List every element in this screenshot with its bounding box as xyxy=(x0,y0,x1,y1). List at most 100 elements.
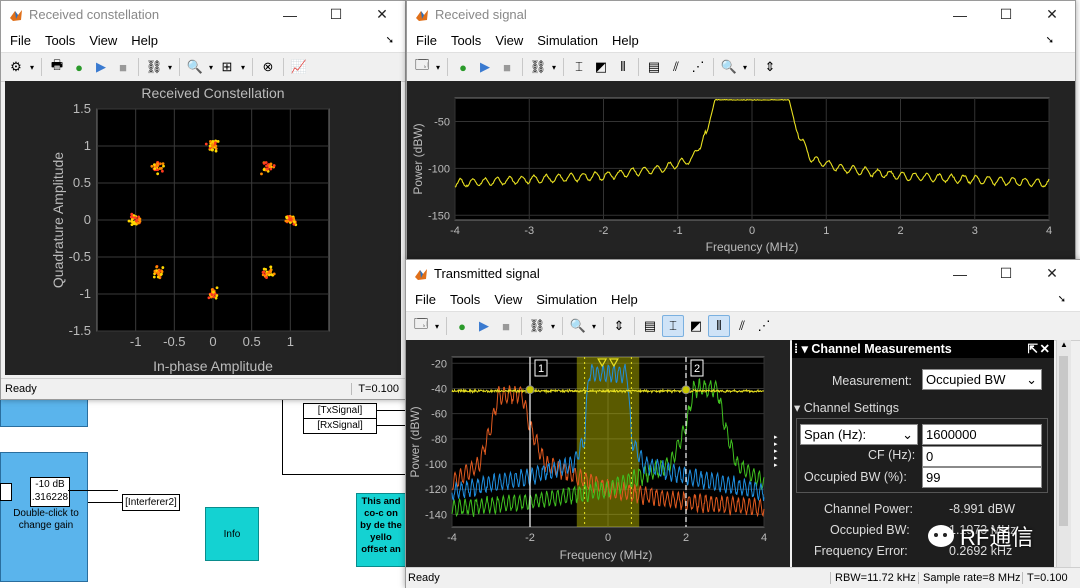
minimize-button[interactable]: — xyxy=(937,1,983,28)
menu-view[interactable]: View xyxy=(82,33,124,48)
dock-arrow-icon[interactable]: ➘ xyxy=(1051,294,1073,305)
menu-simulation[interactable]: Simulation xyxy=(529,292,604,307)
menu-tools[interactable]: Tools xyxy=(38,33,82,48)
chevron-down-icon[interactable]: ▾ xyxy=(550,57,558,77)
cf-input[interactable]: 0 xyxy=(922,446,1042,467)
chevron-down-icon[interactable]: ▾ xyxy=(549,316,557,336)
settings-icon[interactable]: 🗔 xyxy=(411,316,431,336)
run-icon[interactable]: ● xyxy=(69,57,89,77)
close-button[interactable]: ✕ xyxy=(1029,260,1075,287)
menu-help[interactable]: Help xyxy=(605,33,646,48)
highlight-icon[interactable]: ⛓ xyxy=(528,57,548,77)
chevron-down-icon[interactable]: ▾ xyxy=(741,57,749,77)
close-button[interactable]: ✕ xyxy=(1029,1,1075,28)
transmitted-titlebar[interactable]: Transmitted signal — ☐ ✕ xyxy=(406,260,1080,287)
stop-icon[interactable]: ■ xyxy=(497,57,517,77)
measurement-select[interactable]: Occupied BW ⌄ xyxy=(922,369,1042,390)
reference-constellation-icon[interactable]: ⊗ xyxy=(258,57,278,77)
chevron-down-icon[interactable]: ▾ xyxy=(433,316,441,336)
zoom-in-icon[interactable]: 🔍 xyxy=(185,57,205,77)
menu-simulation[interactable]: Simulation xyxy=(530,33,605,48)
received-signal-window[interactable]: Received signal — ☐ ✕ File Tools View Si… xyxy=(406,0,1076,260)
data-cursor-icon[interactable]: ⌶ xyxy=(662,315,684,337)
constellation-window[interactable]: Received constellation — ☐ ✕ File Tools … xyxy=(0,0,406,400)
autoscale-icon[interactable]: ⇕ xyxy=(609,316,629,336)
step-forward-icon[interactable]: ▶ xyxy=(475,57,495,77)
ccdf-icon[interactable]: ⋰ xyxy=(688,57,708,77)
annotation-note[interactable]: This and co-c on by de the yello offset … xyxy=(356,493,406,567)
settings-icon[interactable]: 🗔 xyxy=(412,57,432,77)
distortion-icon[interactable]: ⫽ xyxy=(666,57,686,77)
peak-finder-icon[interactable]: ◩ xyxy=(686,316,706,336)
autoscale-icon[interactable]: ⇕ xyxy=(760,57,780,77)
menu-help[interactable]: Help xyxy=(124,33,165,48)
span-input[interactable]: 1600000 xyxy=(922,424,1042,445)
menu-view[interactable]: View xyxy=(488,33,530,48)
minimize-button[interactable]: — xyxy=(267,1,313,28)
menu-view[interactable]: View xyxy=(487,292,529,307)
panel-menu-icon[interactable]: ⁞ ▾ xyxy=(794,342,808,356)
chevron-down-icon[interactable]: ▾ xyxy=(166,57,174,77)
constellation-plot-area[interactable]: Received Constellation -1 -0.5 0 0.5 1 1.5 1 0… xyxy=(5,81,401,375)
maximize-button[interactable]: ☐ xyxy=(983,260,1029,287)
received-plot-area[interactable]: -4 -3 -2 -1 0 1 2 3 4 -50 -100 -150 Frequency (MHz… xyxy=(407,81,1075,259)
dock-arrow-icon[interactable]: ➘ xyxy=(1039,35,1061,46)
chevron-down-icon[interactable]: ▾ xyxy=(434,57,442,77)
zoom-in-icon[interactable]: 🔍 xyxy=(568,316,588,336)
chevron-down-icon[interactable]: ▾ xyxy=(28,57,36,77)
received-titlebar[interactable]: Received signal — ☐ ✕ xyxy=(407,1,1075,28)
spectrogram-icon[interactable]: ▤ xyxy=(640,316,660,336)
panel-undock-icon[interactable]: ⇱ xyxy=(1028,340,1038,358)
menu-file[interactable]: File xyxy=(3,33,38,48)
measurements-icon[interactable]: 📈 xyxy=(289,57,309,77)
print-icon[interactable]: 🖶 xyxy=(47,57,67,77)
close-button[interactable]: ✕ xyxy=(359,1,405,28)
scroll-thumb[interactable] xyxy=(1059,356,1068,526)
constellation-point xyxy=(214,149,218,153)
menu-help[interactable]: Help xyxy=(604,292,645,307)
step-forward-icon[interactable]: ▶ xyxy=(474,316,494,336)
distortion-icon[interactable]: ⫽ xyxy=(732,316,752,336)
peak-finder-icon[interactable]: ◩ xyxy=(591,57,611,77)
run-icon[interactable]: ● xyxy=(453,57,473,77)
zoom-in-icon[interactable]: 🔍 xyxy=(719,57,739,77)
chevron-down-icon[interactable]: ▾ xyxy=(207,57,215,77)
maximize-button[interactable]: ☐ xyxy=(313,1,359,28)
scroll-up-icon[interactable]: ▲ xyxy=(1057,340,1071,349)
menu-tools[interactable]: Tools xyxy=(443,292,487,307)
spectrogram-icon[interactable]: ▤ xyxy=(644,57,664,77)
highlight-icon[interactable]: ⛓ xyxy=(144,57,164,77)
menu-tools[interactable]: Tools xyxy=(444,33,488,48)
autoscale-icon[interactable]: ⊞ xyxy=(217,57,237,77)
rxsignal-from[interactable]: [RxSignal] xyxy=(303,418,377,434)
step-forward-icon[interactable]: ▶ xyxy=(91,57,111,77)
data-cursor-icon[interactable]: ⌶ xyxy=(569,57,589,77)
channel-measurement-icon[interactable]: ⫴ xyxy=(613,57,633,77)
ccdf-icon[interactable]: ⋰ xyxy=(754,316,774,336)
menu-file[interactable]: File xyxy=(408,292,443,307)
panel-scrollbar[interactable]: ▲ xyxy=(1056,340,1071,568)
constellation-titlebar[interactable]: Received constellation — ☐ ✕ xyxy=(1,1,405,28)
stop-icon[interactable]: ■ xyxy=(113,57,133,77)
obw-input[interactable]: 99 xyxy=(922,467,1042,488)
maximize-button[interactable]: ☐ xyxy=(983,1,1029,28)
channel-settings-header[interactable]: ▾ Channel Settings xyxy=(794,400,899,415)
run-icon[interactable]: ● xyxy=(452,316,472,336)
dock-arrow-icon[interactable]: ➘ xyxy=(379,35,401,46)
info-block[interactable]: Info xyxy=(205,507,259,561)
gear-icon[interactable]: ⚙ xyxy=(6,57,26,77)
chevron-down-icon[interactable]: ▾ xyxy=(590,316,598,336)
gain-block[interactable]: -10 dB .316228 xyxy=(30,477,70,507)
txsignal-from[interactable]: [TxSignal] xyxy=(303,403,377,419)
stop-icon[interactable]: ■ xyxy=(496,316,516,336)
span-select[interactable]: Span (Hz): ⌄ xyxy=(800,424,918,445)
menu-file[interactable]: File xyxy=(409,33,444,48)
transmitted-plot-area[interactable]: 1 2 -4 -2 0 2 4 -20 -40 -60 -80 -100 -120 -140 Fre… xyxy=(406,340,790,568)
chevron-down-icon[interactable]: ▾ xyxy=(239,57,247,77)
panel-close-icon[interactable]: ✕ xyxy=(1040,340,1050,358)
highlight-icon[interactable]: ⛓ xyxy=(527,316,547,336)
interferer2-goto[interactable]: [Interferer2] xyxy=(122,494,180,511)
channel-measurement-icon[interactable]: ⫴ xyxy=(708,315,730,337)
minimize-button[interactable]: — xyxy=(937,260,983,287)
panel-collapse-arrows[interactable]: ▸ ▸ ▸ ▸ ▸ xyxy=(774,434,778,469)
